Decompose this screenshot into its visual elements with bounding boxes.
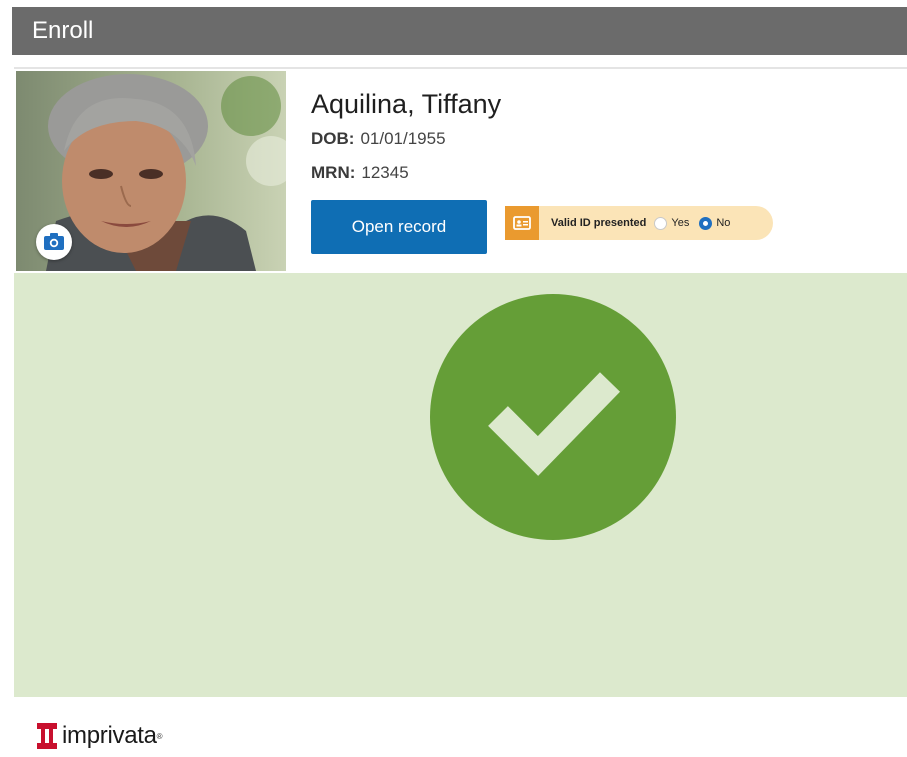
mrn-label: MRN: <box>311 163 356 182</box>
yes-label: Yes <box>671 217 690 229</box>
camera-icon <box>44 233 64 250</box>
valid-id-yes-option[interactable]: Yes <box>654 216 690 230</box>
no-label: No <box>716 217 731 229</box>
logo-text: imprivata <box>62 722 157 749</box>
id-card-icon <box>505 206 539 240</box>
patient-card: Aquilina, Tiffany DOB: 01/01/1955 MRN: 123… <box>14 67 907 697</box>
imprivata-logo: imprivata ® <box>36 722 163 750</box>
window-title: Enroll <box>12 7 907 55</box>
patient-photo <box>16 71 286 271</box>
no-radio[interactable] <box>699 216 713 230</box>
camera-button[interactable] <box>36 224 72 260</box>
mrn-value: 12345 <box>361 163 409 182</box>
dob-label: DOB: <box>311 129 355 148</box>
dob-row: DOB: 01/01/1955 <box>311 129 446 149</box>
imprivata-logo-mark <box>37 723 57 749</box>
checkmark-icon <box>488 372 621 476</box>
valid-id-label: Valid ID presented <box>551 217 647 229</box>
logo-registered-mark: ® <box>156 731 163 741</box>
yes-radio[interactable] <box>654 216 668 230</box>
valid-id-no-option[interactable]: No <box>699 216 731 230</box>
patient-name: Aquilina, Tiffany <box>311 89 502 119</box>
dob-value: 01/01/1955 <box>360 129 446 148</box>
open-record-button[interactable]: Open record <box>311 200 487 254</box>
valid-id-toggle: Valid ID presented Yes No <box>505 206 773 240</box>
success-badge <box>430 294 676 540</box>
mrn-row: MRN: 12345 <box>311 163 409 183</box>
verification-success-panel <box>14 273 907 697</box>
